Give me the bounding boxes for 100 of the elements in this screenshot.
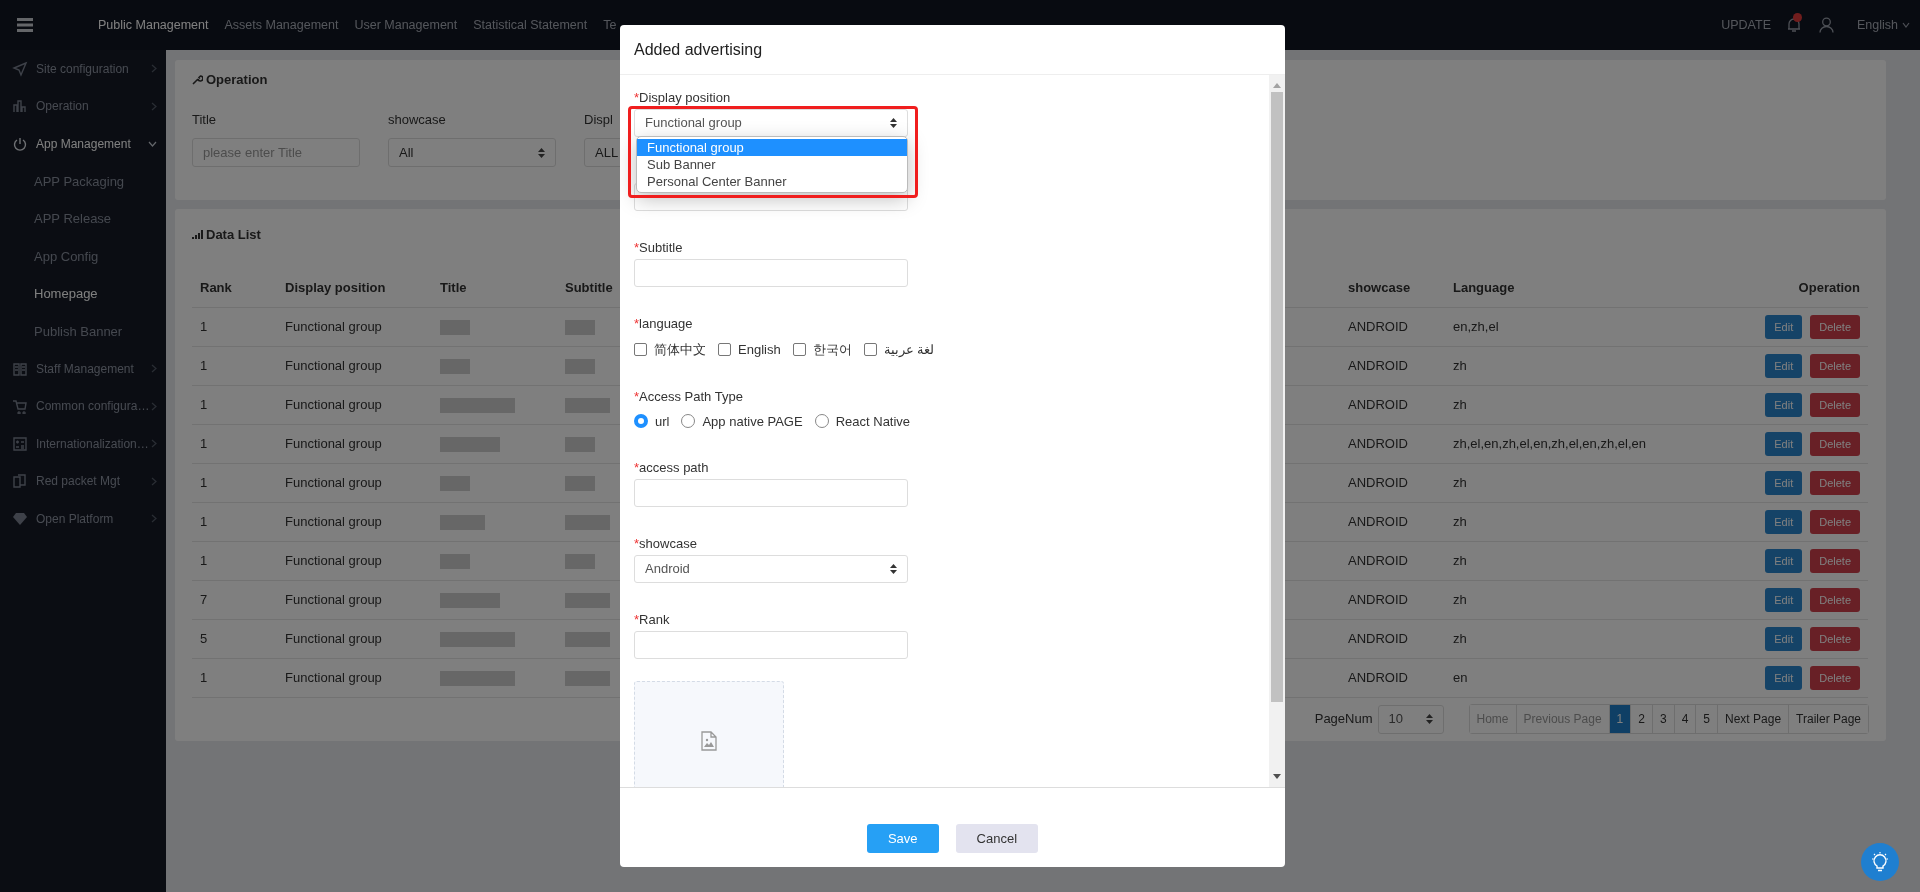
column-header: Language xyxy=(1453,279,1515,295)
nav-tab[interactable]: Public Management xyxy=(98,15,209,35)
delete-button[interactable]: Delete xyxy=(1810,549,1860,573)
image-icon xyxy=(701,731,717,751)
page-size-select[interactable]: 10 xyxy=(1377,704,1444,734)
delete-button[interactable]: Delete xyxy=(1810,627,1860,651)
table-cell: 1 xyxy=(200,514,208,530)
language-menu[interactable]: English xyxy=(1857,15,1898,35)
sort-arrows-icon xyxy=(1425,714,1433,724)
signal-icon xyxy=(192,230,203,240)
edit-button[interactable]: Edit xyxy=(1765,432,1803,456)
delete-button[interactable]: Delete xyxy=(1810,471,1860,495)
cancel-button[interactable]: Cancel xyxy=(955,824,1039,853)
help-button[interactable] xyxy=(1861,843,1899,881)
checkbox[interactable] xyxy=(792,343,806,357)
edit-button[interactable]: Edit xyxy=(1765,315,1803,339)
menu-icon[interactable] xyxy=(16,17,34,33)
table-cell: 1 xyxy=(200,397,208,413)
edit-button[interactable]: Edit xyxy=(1765,393,1803,417)
dropdown-option[interactable]: Personal Center Banner xyxy=(637,173,907,190)
column-header: Title xyxy=(440,279,467,295)
select-field[interactable]: Android xyxy=(634,555,908,583)
edit-button[interactable]: Edit xyxy=(1765,666,1803,690)
dialog-title: Added advertising xyxy=(634,39,763,60)
table-cell: 1 xyxy=(200,358,208,374)
input-field[interactable] xyxy=(634,479,908,507)
table-cell: ANDROID xyxy=(1348,475,1408,491)
sidebar-item[interactable]: Red packet Mgt xyxy=(36,472,121,491)
delete-button[interactable]: Delete xyxy=(1810,393,1860,417)
blurred-text xyxy=(565,320,595,336)
book-icon xyxy=(12,360,28,377)
blurred-text xyxy=(440,515,485,531)
field-label: Displ xyxy=(584,110,613,129)
dropdown-option[interactable]: Sub Banner xyxy=(637,156,907,173)
radio-label: url xyxy=(655,412,670,431)
table-cell: Functional group xyxy=(285,631,382,647)
sidebar-item[interactable]: Staff Management xyxy=(36,359,134,378)
bell-icon[interactable] xyxy=(1787,17,1801,33)
user-icon[interactable] xyxy=(1819,17,1834,33)
table-cell: Functional group xyxy=(285,592,382,608)
nav-tab[interactable]: Assets Management xyxy=(224,15,339,35)
send-icon xyxy=(12,60,28,77)
delete-button[interactable]: Delete xyxy=(1810,666,1860,690)
calculator-icon xyxy=(12,435,28,452)
checkbox[interactable] xyxy=(634,343,647,357)
radio-button[interactable] xyxy=(634,414,648,429)
sidebar-subitem[interactable]: APP Release xyxy=(34,209,112,229)
nav-tab[interactable]: Te xyxy=(603,15,617,35)
table-cell: ANDROID xyxy=(1348,553,1408,569)
page-button[interactable]: 1 xyxy=(1609,705,1632,733)
sidebar-item[interactable]: App Management xyxy=(36,134,131,153)
blurred-text xyxy=(565,671,610,687)
input-field[interactable] xyxy=(634,259,908,287)
delete-button[interactable]: Delete xyxy=(1810,432,1860,456)
sidebar-subitem[interactable]: App Config xyxy=(34,246,99,266)
edit-button[interactable]: Edit xyxy=(1765,354,1803,378)
sidebar-item[interactable]: Internationalization… xyxy=(36,434,149,453)
field-label: *access path xyxy=(634,460,710,475)
sidebar-item[interactable]: Site configuration xyxy=(36,59,129,78)
table-cell: 1 xyxy=(200,319,208,335)
save-button[interactable]: Save xyxy=(866,824,939,853)
blurred-text xyxy=(440,359,470,375)
nav-tab[interactable]: Statistical Statement xyxy=(473,15,588,35)
radio-button[interactable] xyxy=(681,414,696,429)
sort-arrows-icon xyxy=(538,147,545,158)
sidebar-subitem[interactable]: Homepage xyxy=(34,284,98,304)
table-cell: Functional group xyxy=(285,514,382,530)
checkbox[interactable] xyxy=(718,343,731,357)
field-label: *language xyxy=(634,316,694,331)
checkbox-label: 한국어 xyxy=(812,341,852,359)
panel-title: Operation xyxy=(206,71,268,89)
edit-button[interactable]: Edit xyxy=(1765,471,1803,495)
sidebar-item[interactable]: Open Platform xyxy=(36,509,114,528)
update-link[interactable]: UPDATE xyxy=(1721,15,1771,35)
blurred-text xyxy=(565,359,595,375)
edit-button[interactable]: Edit xyxy=(1765,510,1803,534)
table-cell: en xyxy=(1453,670,1468,686)
scroll-down-icon xyxy=(1273,774,1281,779)
edit-button[interactable]: Edit xyxy=(1765,549,1803,573)
dropdown-option[interactable]: Functional group xyxy=(637,139,907,156)
sidebar-item[interactable]: Operation xyxy=(36,97,89,116)
blurred-text xyxy=(565,632,610,648)
checkbox-label: لغة عربية xyxy=(883,341,935,359)
delete-button[interactable]: Delete xyxy=(1810,354,1860,378)
radio-label: React Native xyxy=(835,412,911,431)
sidebar-subitem[interactable]: APP Packaging xyxy=(34,171,125,191)
edit-button[interactable]: Edit xyxy=(1765,588,1803,612)
checkbox[interactable] xyxy=(863,343,877,357)
filter-select[interactable]: All xyxy=(388,138,556,167)
table-cell: zh xyxy=(1453,514,1467,530)
edit-button[interactable]: Edit xyxy=(1765,627,1803,651)
sidebar-subitem[interactable]: Publish Banner xyxy=(34,321,123,341)
delete-button[interactable]: Delete xyxy=(1810,588,1860,612)
input-field[interactable] xyxy=(634,631,908,659)
delete-button[interactable]: Delete xyxy=(1810,510,1860,534)
column-header: Operation xyxy=(1798,279,1860,295)
sidebar-item[interactable]: Common configura… xyxy=(36,397,150,416)
nav-tab[interactable]: User Management xyxy=(354,15,458,35)
radio-button[interactable] xyxy=(814,414,829,429)
delete-button[interactable]: Delete xyxy=(1810,315,1860,339)
